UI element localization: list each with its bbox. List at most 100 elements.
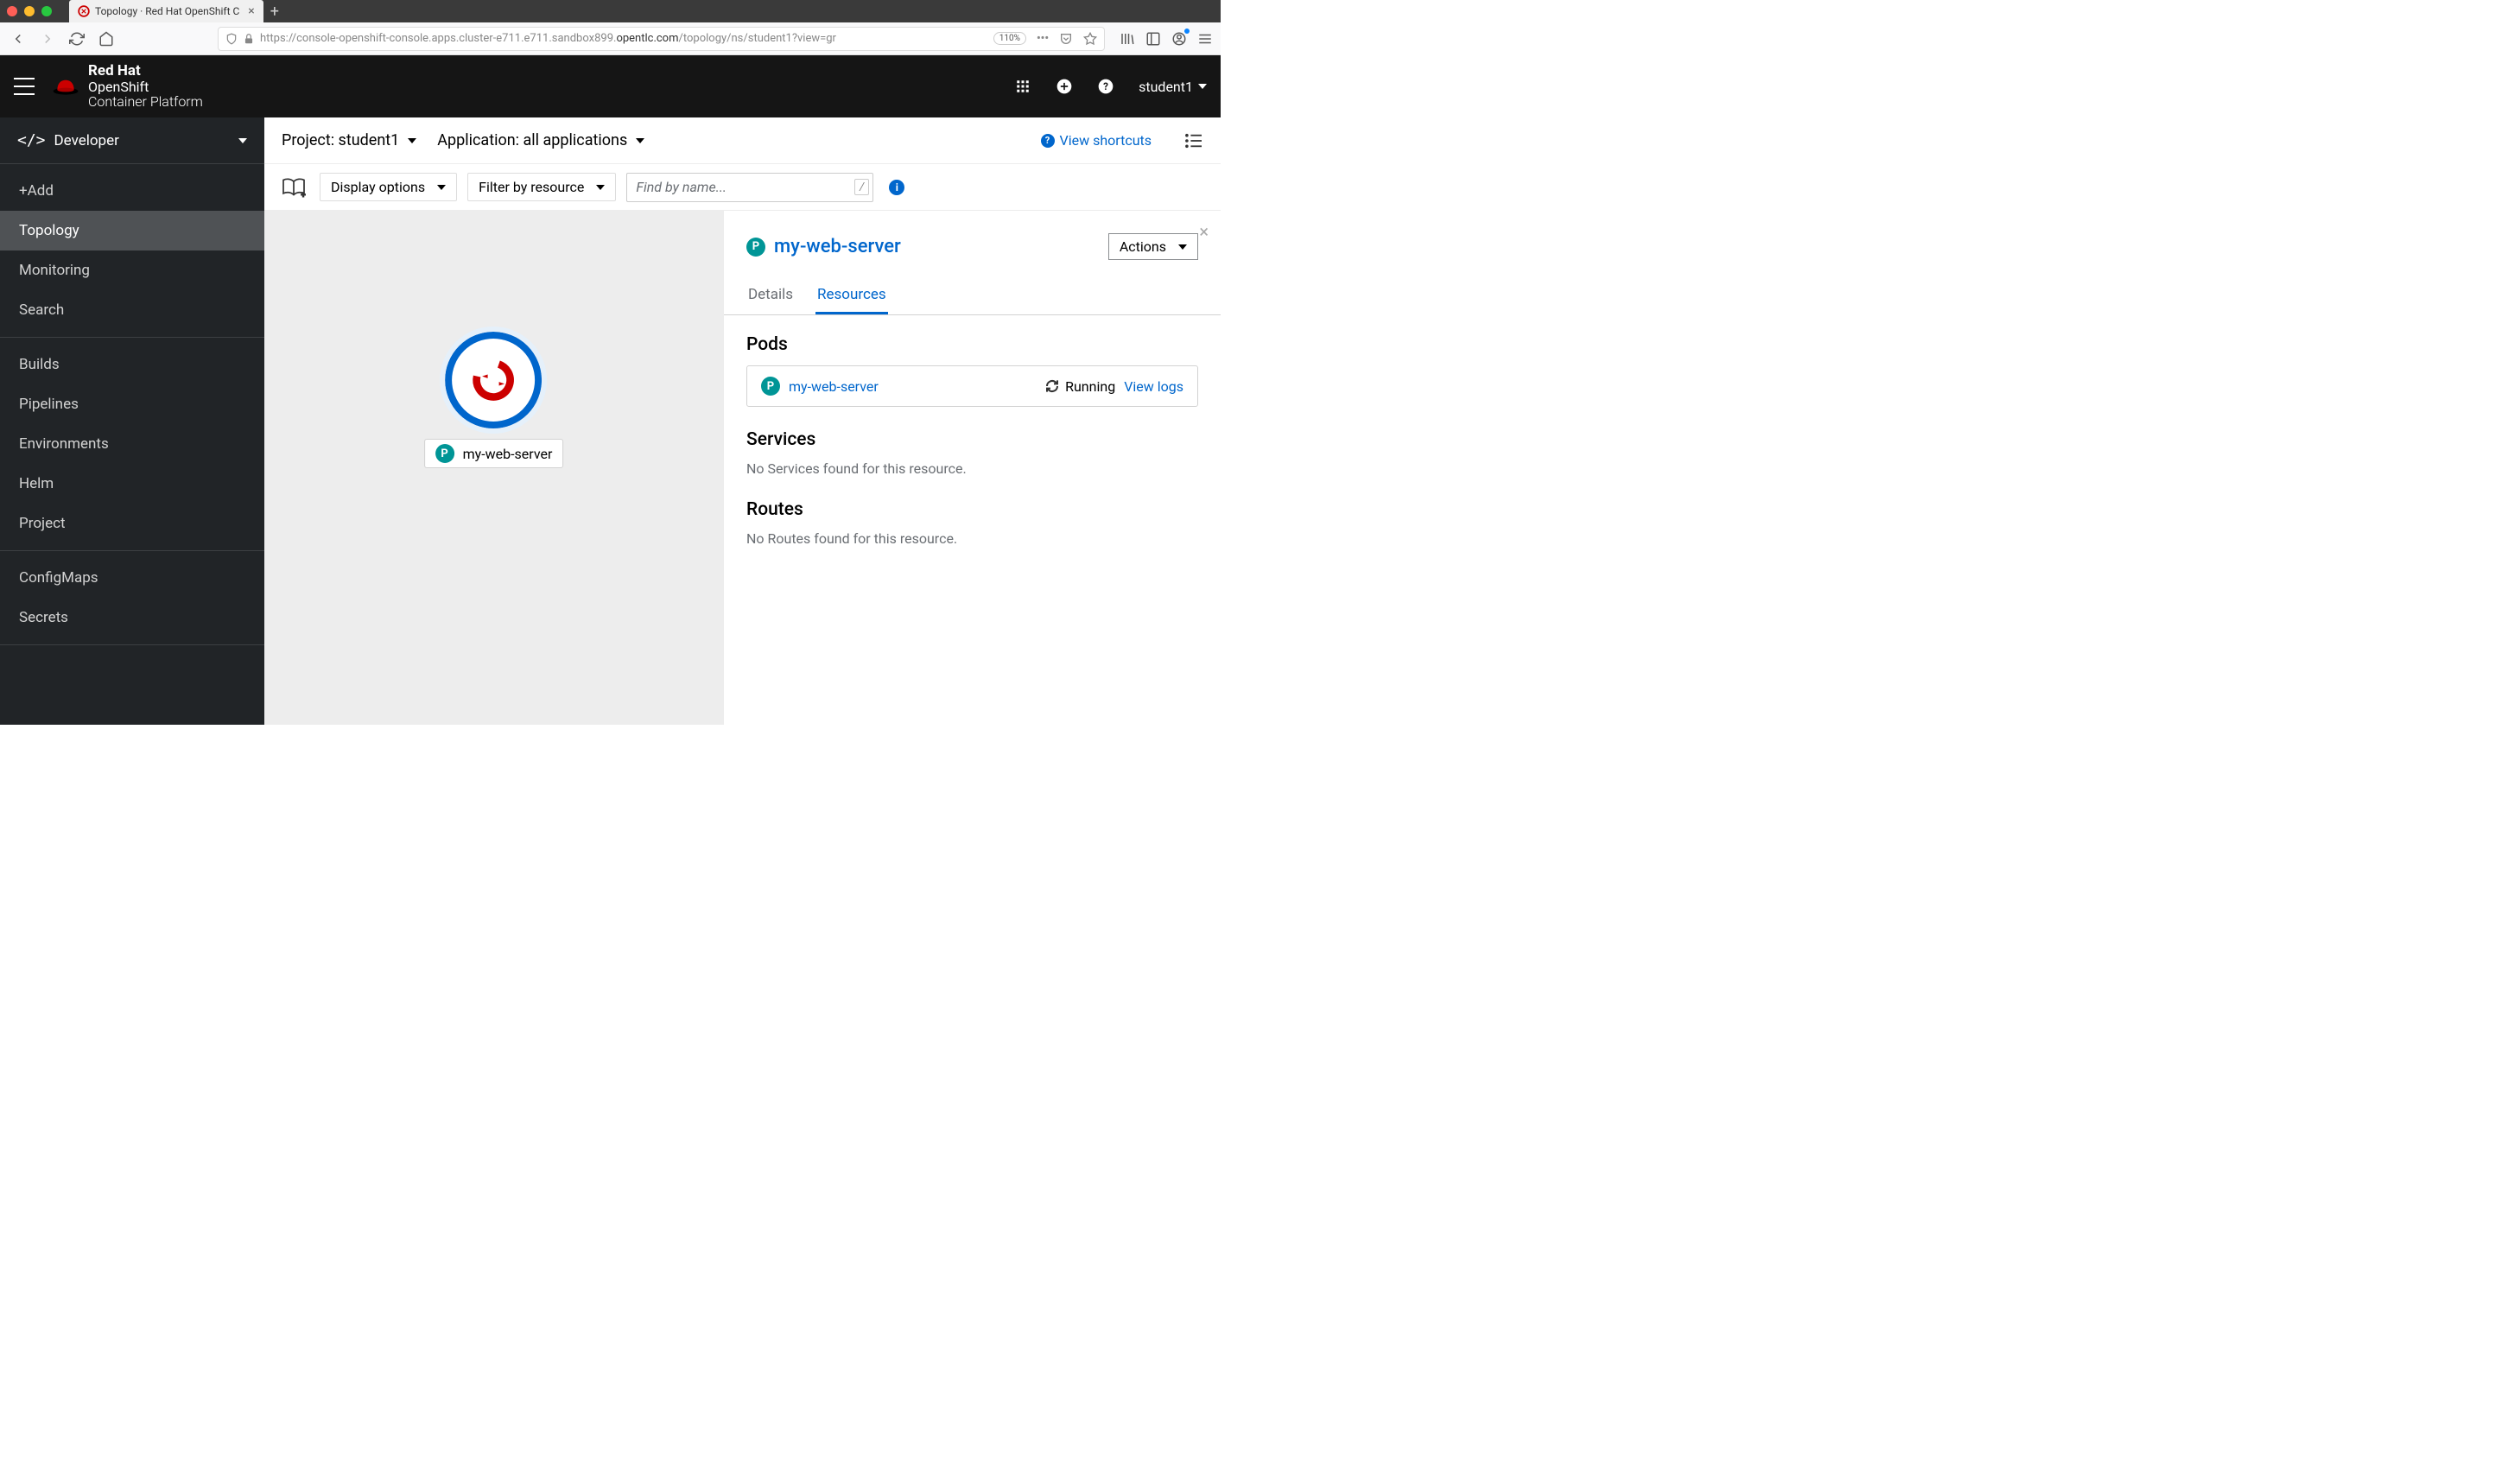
node-name: my-web-server [463, 446, 553, 462]
bookmark-star-icon[interactable] [1083, 32, 1097, 46]
context-bar: Project: student1 Application: all appli… [264, 117, 1221, 164]
nav-toggle[interactable] [14, 78, 35, 95]
openshift-logo-icon [471, 358, 516, 403]
close-window[interactable] [7, 6, 17, 16]
sidebar-item-topology[interactable]: Topology [0, 211, 264, 251]
pod-badge: P [746, 238, 765, 257]
address-bar[interactable]: https://console-openshift-console.apps.c… [218, 27, 1105, 51]
pod-badge: P [761, 377, 780, 396]
window-title-bar: Topology · Red Hat OpenShift C × + [0, 0, 1221, 22]
svg-text:+: + [301, 191, 306, 198]
library-icon[interactable] [1119, 30, 1136, 48]
help-circle-icon: ? [1041, 134, 1055, 148]
sync-icon [1045, 379, 1059, 393]
filter-bar: + Display options Filter by resource / i [264, 164, 1221, 211]
sidebar-item--add[interactable]: +Add [0, 171, 264, 211]
perspective-switcher[interactable]: </> Developer [0, 117, 264, 164]
tab-close-icon[interactable]: × [248, 4, 254, 18]
view-logs-link[interactable]: View logs [1124, 378, 1183, 395]
pocket-icon[interactable] [1059, 32, 1073, 46]
caret-down-icon [636, 138, 644, 143]
panel-tabs: Details Resources [724, 277, 1221, 315]
pod-badge: P [435, 444, 454, 463]
topology-node[interactable]: P my-web-server [424, 332, 564, 468]
forward-button[interactable] [36, 28, 59, 50]
logo-text: Red Hat OpenShift Container Platform [88, 63, 203, 110]
node-label[interactable]: P my-web-server [424, 439, 564, 468]
list-view-toggle[interactable] [1184, 133, 1203, 149]
close-panel-icon[interactable]: × [1199, 221, 1209, 242]
app-launcher-icon[interactable] [1014, 78, 1031, 95]
sidebar-item-builds[interactable]: Builds [0, 345, 264, 384]
shield-icon [225, 33, 238, 45]
account-icon[interactable] [1171, 30, 1188, 48]
browser-right-icons [1119, 30, 1214, 48]
sidebar-item-project[interactable]: Project [0, 504, 264, 543]
node-circle[interactable] [445, 332, 542, 428]
menu-icon[interactable] [1196, 30, 1214, 48]
lock-icon [243, 33, 255, 45]
routes-heading: Routes [746, 499, 1198, 520]
sidebar-item-configmaps[interactable]: ConfigMaps [0, 558, 264, 598]
caret-down-icon [437, 185, 446, 190]
panel-title: P my-web-server [746, 236, 901, 257]
actions-dropdown[interactable]: Actions [1108, 233, 1198, 260]
caret-down-icon [1178, 244, 1187, 250]
info-icon[interactable]: i [889, 180, 904, 195]
tab-title: Topology · Red Hat OpenShift C [95, 5, 239, 17]
traffic-lights [7, 6, 52, 16]
search-input[interactable] [627, 179, 854, 195]
sidebar-item-monitoring[interactable]: Monitoring [0, 251, 264, 290]
logo[interactable]: Red Hat OpenShift Container Platform [52, 63, 203, 110]
redhat-icon [52, 76, 79, 97]
openshift-favicon [78, 5, 90, 17]
sidebar-icon[interactable] [1145, 30, 1162, 48]
tab-details[interactable]: Details [746, 277, 795, 314]
details-panel: × P my-web-server Actions Details Resourc… [723, 211, 1221, 725]
browser-tab[interactable]: Topology · Red Hat OpenShift C × [69, 0, 263, 22]
content-area: Project: student1 Application: all appli… [264, 117, 1221, 725]
services-heading: Services [746, 429, 1198, 450]
minimize-window[interactable] [24, 6, 35, 16]
sidebar-item-environments[interactable]: Environments [0, 424, 264, 464]
zoom-badge[interactable]: 110% [993, 32, 1026, 45]
caret-down-icon [596, 185, 605, 190]
zoom-window[interactable] [41, 6, 52, 16]
services-empty: No Services found for this resource. [746, 460, 1198, 477]
sidebar-item-helm[interactable]: Helm [0, 464, 264, 504]
caret-down-icon [238, 138, 247, 143]
tab-resources[interactable]: Resources [815, 277, 888, 314]
sidebar-item-pipelines[interactable]: Pipelines [0, 384, 264, 424]
new-tab-button[interactable]: + [270, 3, 279, 21]
home-button[interactable] [95, 28, 117, 50]
pod-row: P my-web-server Running View logs [746, 365, 1198, 407]
search-box[interactable]: / [626, 173, 873, 202]
pod-name-link[interactable]: my-web-server [789, 378, 1037, 395]
pod-status: Running [1045, 378, 1115, 395]
pods-heading: Pods [746, 334, 1198, 355]
browser-toolbar: https://console-openshift-console.apps.c… [0, 22, 1221, 55]
sidebar-item-search[interactable]: Search [0, 290, 264, 330]
page-actions-icon[interactable]: ••• [1037, 32, 1049, 45]
back-button[interactable] [7, 28, 29, 50]
caret-down-icon [408, 138, 416, 143]
topology-canvas[interactable]: P my-web-server [264, 211, 723, 725]
filter-resource-dropdown[interactable]: Filter by resource [467, 173, 616, 201]
routes-empty: No Routes found for this resource. [746, 530, 1198, 547]
svg-text:?: ? [1103, 80, 1108, 92]
perspective-label: Developer [54, 132, 119, 149]
code-icon: </> [17, 131, 46, 149]
reload-button[interactable] [66, 28, 88, 50]
username: student1 [1139, 79, 1193, 95]
add-icon[interactable] [1056, 78, 1073, 95]
guided-tour-icon[interactable]: + [282, 177, 306, 198]
user-menu[interactable]: student1 [1139, 79, 1207, 95]
application-selector[interactable]: Application: all applications [437, 131, 644, 149]
openshift-header: Red Hat OpenShift Container Platform ? s… [0, 55, 1221, 117]
slash-hint: / [854, 179, 869, 195]
view-shortcuts[interactable]: ? View shortcuts [1041, 132, 1152, 149]
project-selector[interactable]: Project: student1 [282, 131, 416, 149]
help-icon[interactable]: ? [1097, 78, 1114, 95]
sidebar-item-secrets[interactable]: Secrets [0, 598, 264, 637]
display-options-dropdown[interactable]: Display options [320, 173, 457, 201]
